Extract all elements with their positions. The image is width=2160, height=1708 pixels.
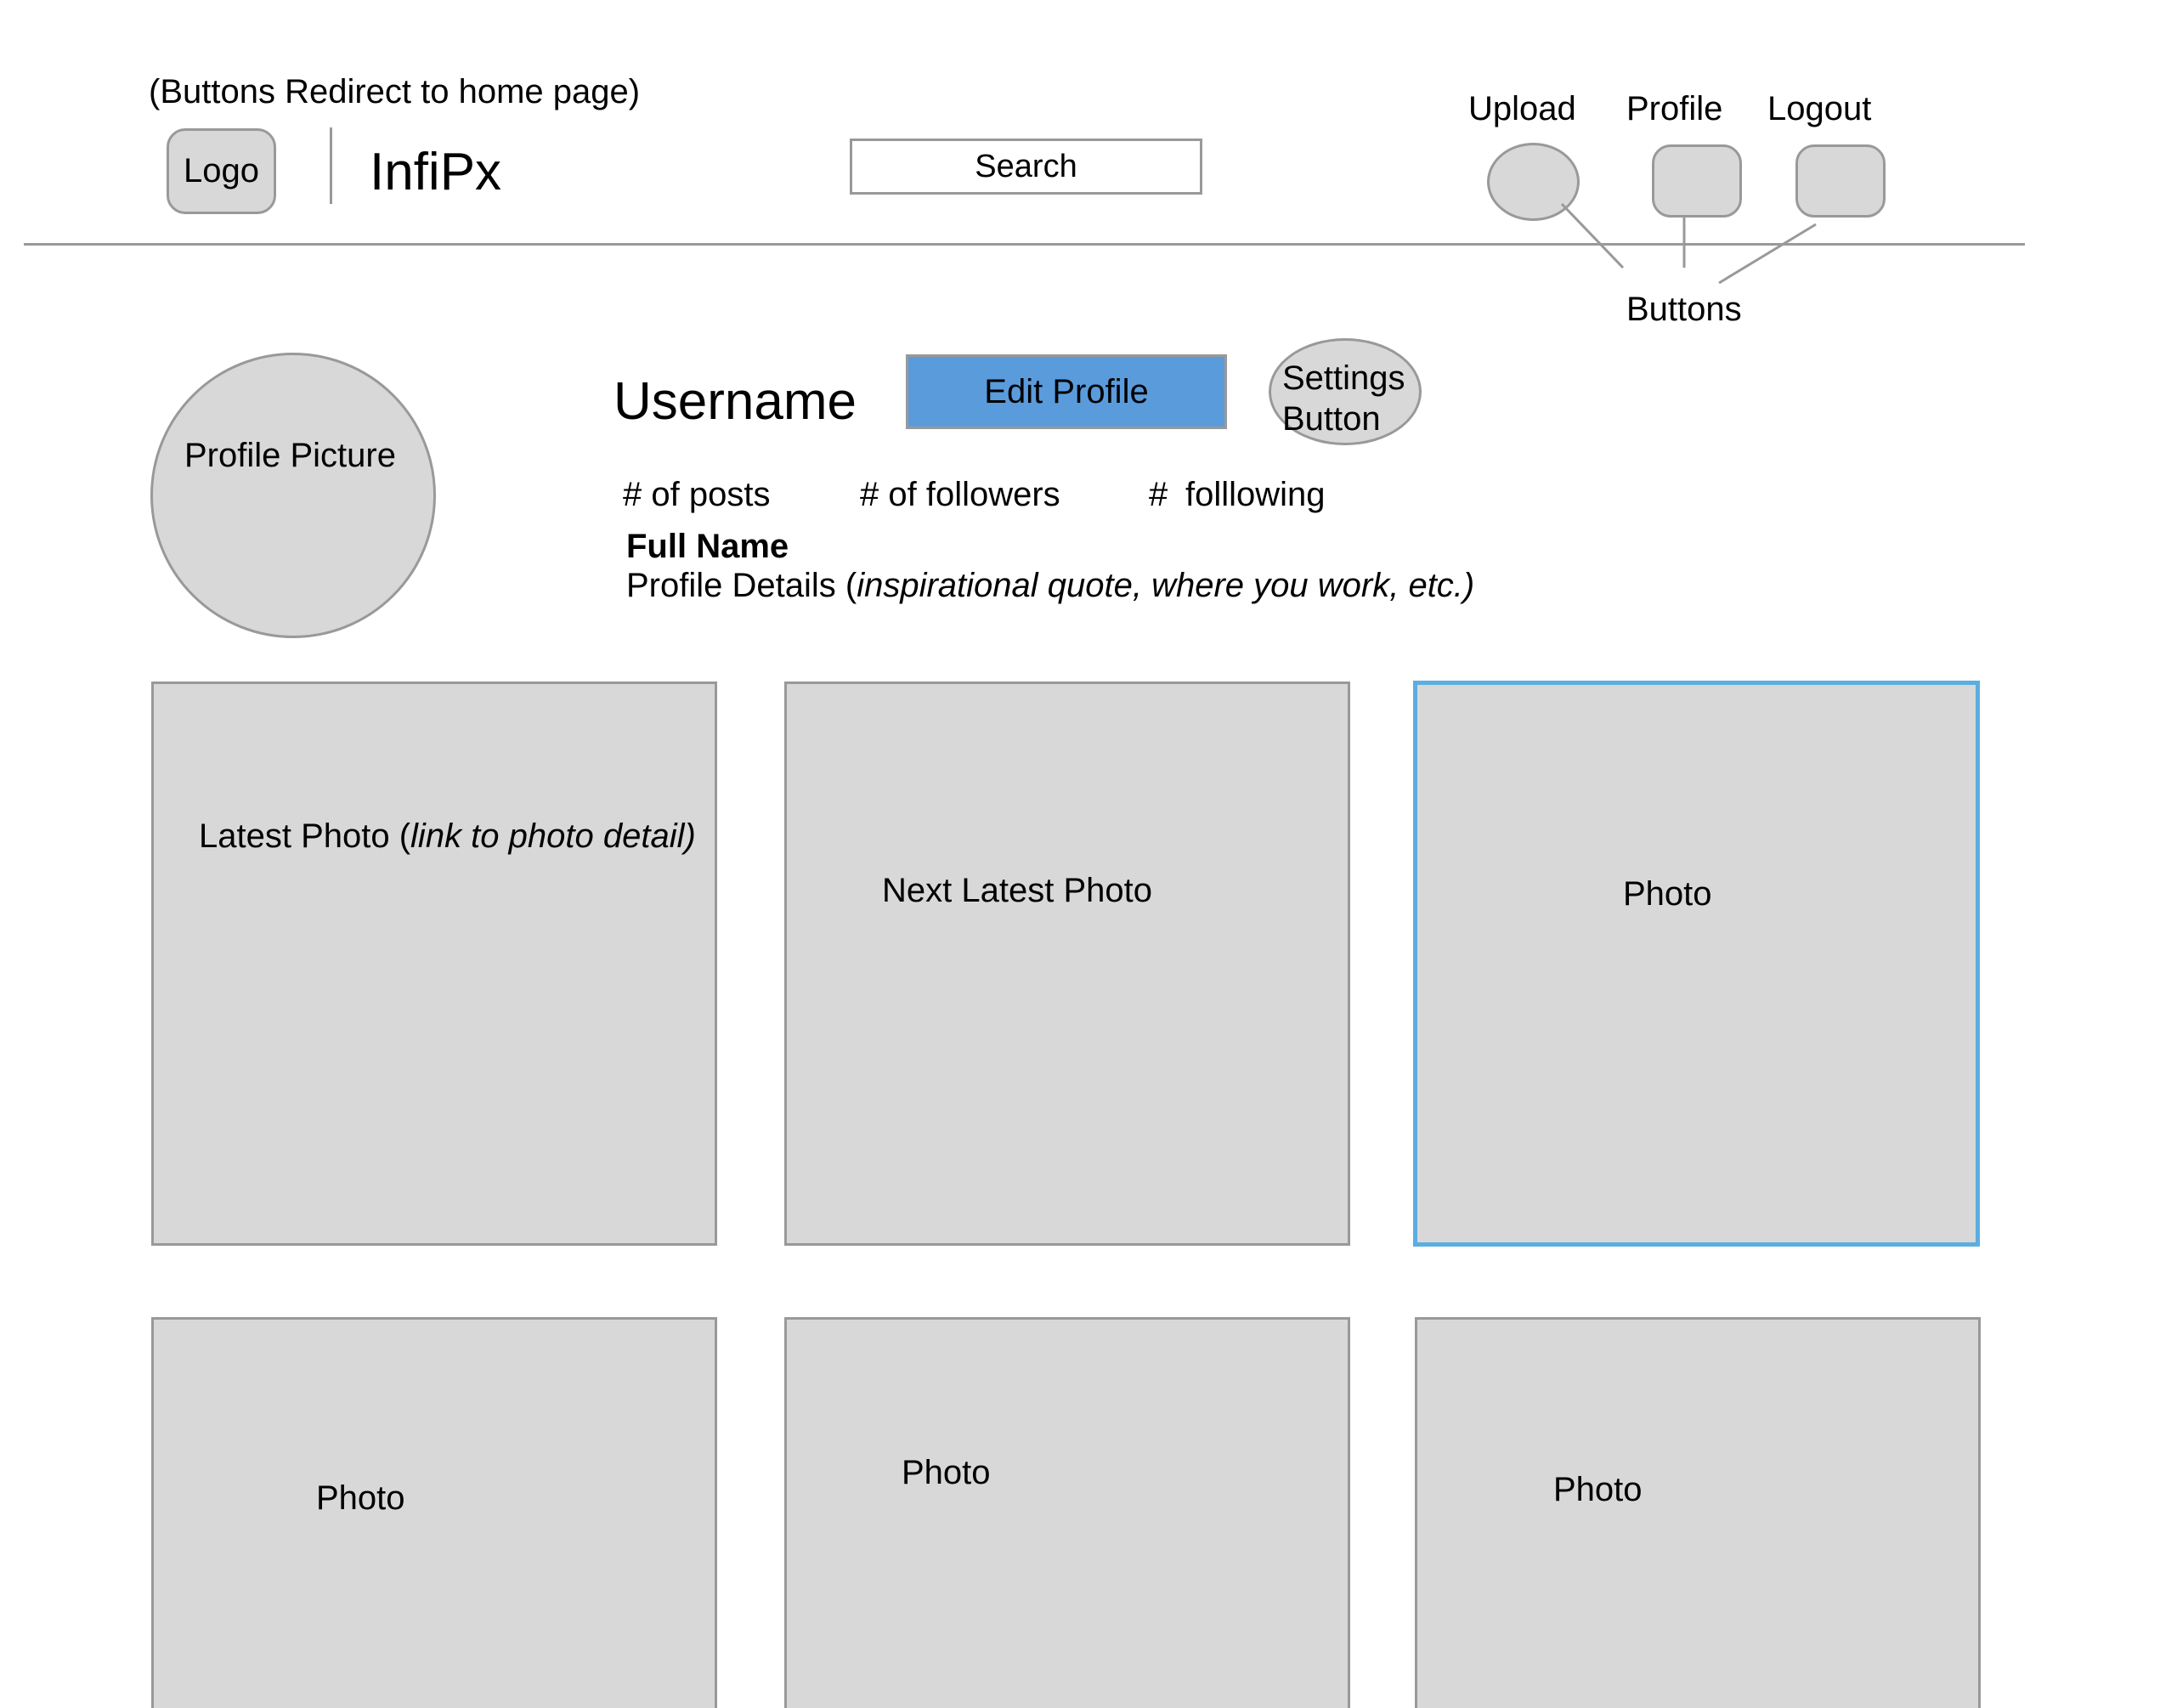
photo-4[interactable]: Photo [151,1317,717,1708]
settings-button[interactable]: Settings Button [1269,338,1422,445]
photo-next-latest[interactable]: Next Latest Photo [784,682,1350,1246]
photo-latest-italic: link to photo detail) [410,817,696,855]
photo-4-label: Photo [316,1479,405,1517]
callout-lines [1560,202,1817,285]
full-name: Full Name [626,528,789,565]
photo-6-label: Photo [1553,1471,1643,1508]
followers-count[interactable]: # of followers [860,478,1060,512]
callout-line-logout [1718,223,1817,285]
photo-latest[interactable]: Latest Photo (link to photo detail) [151,682,717,1246]
edit-profile-label: Edit Profile [984,372,1149,410]
username: Username [614,372,857,431]
callout-line-upload [1560,202,1625,269]
photo-6[interactable]: Photo [1415,1317,1981,1708]
profile-picture[interactable]: Profile Picture [150,353,436,638]
photo-5[interactable]: Photo [784,1317,1350,1708]
profile-picture-label: Profile Picture [184,437,396,474]
settings-label-line1: Settings [1282,359,1405,397]
profile-details-italic: inspirational quote, where you work, etc… [857,567,1475,604]
photo-latest-label: Latest Photo (link to photo detail) [199,819,696,853]
photo-5-label: Photo [902,1454,991,1491]
photo-next-latest-label: Next Latest Photo [882,872,1152,909]
posts-count: # of posts [623,476,771,513]
profile-details-prefix: Profile Details ( [626,567,857,604]
edit-profile-button[interactable]: Edit Profile [906,354,1227,429]
following-hash: # [1149,476,1168,513]
photo-latest-prefix: Latest Photo ( [199,817,411,855]
following-count[interactable]: folllowing [1185,478,1326,512]
header-separator [24,243,2025,246]
photo-3[interactable]: Photo [1413,681,1980,1247]
profile-details: Profile Details (inspirational quote, wh… [626,568,1474,602]
buttons-callout-label: Buttons [1626,291,1742,328]
settings-label-line2: Button [1282,400,1381,438]
photo-3-label: Photo [1623,875,1712,913]
